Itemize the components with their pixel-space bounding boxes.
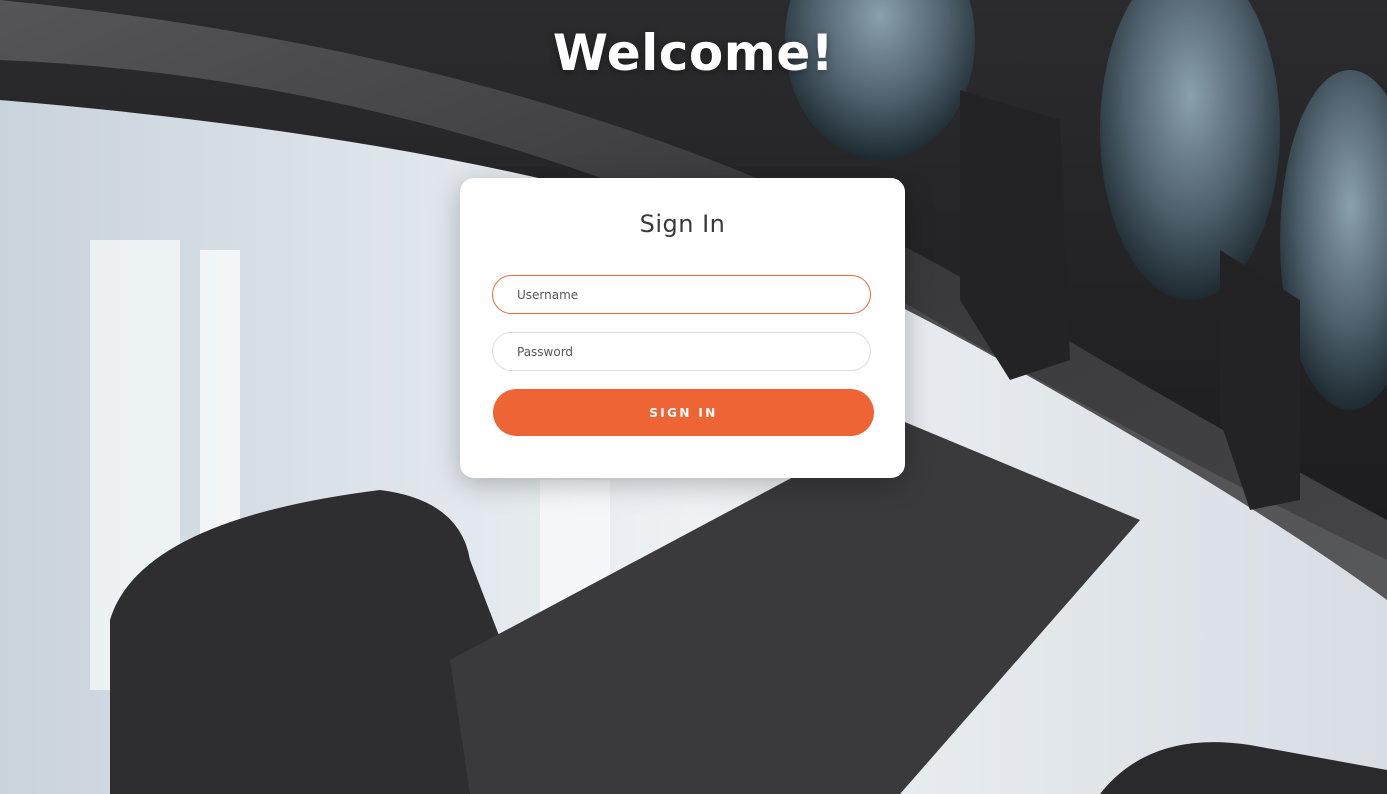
sign-in-card: Sign In SIGN IN [460,178,905,478]
sign-in-title: Sign In [639,210,726,238]
password-input[interactable] [492,332,871,371]
page-heading: Welcome! [552,24,835,82]
sign-in-button[interactable]: SIGN IN [493,389,874,436]
username-input[interactable] [492,275,871,314]
login-page: Welcome! Sign In SIGN IN [0,0,1387,794]
